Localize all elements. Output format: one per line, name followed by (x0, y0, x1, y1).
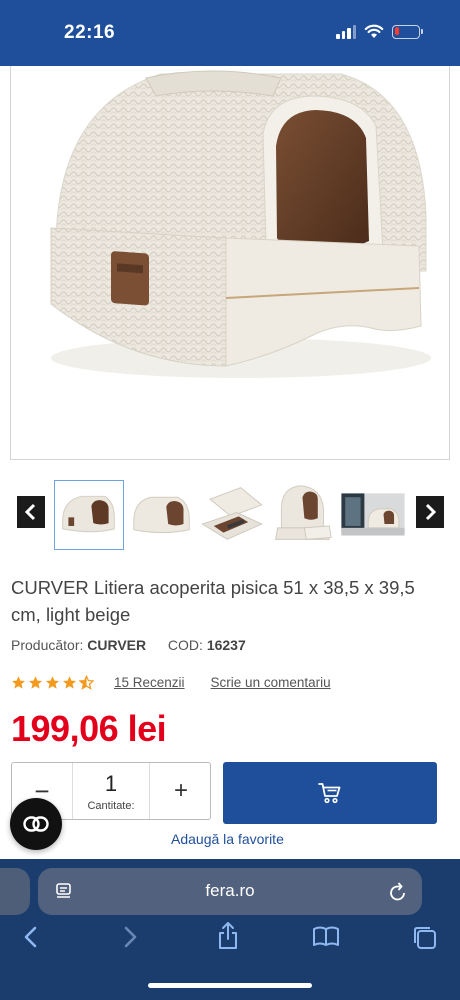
thumbnail-litter-box-room[interactable] (338, 480, 408, 550)
thumbnail-litter-box-front[interactable] (54, 480, 124, 550)
add-to-cart-button[interactable] (223, 762, 437, 824)
litter-box-side-thumb (133, 496, 190, 534)
quantity-value: 1 (104, 771, 118, 796)
chevron-left-icon (24, 503, 36, 521)
carousel-prev-button[interactable] (17, 496, 45, 528)
share-icon[interactable] (216, 921, 240, 951)
chevron-right-icon (425, 503, 437, 521)
rating-stars (11, 675, 94, 690)
star-icon (45, 676, 60, 689)
thumbnail-litter-box-lid-open[interactable] (268, 480, 338, 550)
star-icon (11, 676, 26, 689)
star-icon (62, 676, 77, 689)
browser-nav-row (0, 922, 460, 961)
producer-label: Producător: (11, 637, 84, 653)
quantity-increase-button[interactable]: + (150, 763, 212, 819)
status-time: 22:16 (64, 22, 116, 43)
shopping-cart-icon (318, 783, 341, 804)
thumbnail-carousel (0, 478, 460, 554)
product-title: CURVER Litiera acoperita pisica 51 x 38,… (11, 577, 415, 625)
previous-tab-peek[interactable] (0, 868, 30, 915)
write-comment-link[interactable]: Scrie un comentariu (211, 675, 331, 690)
producer-value: CURVER (87, 637, 147, 653)
floating-chat-button[interactable] (10, 798, 62, 850)
thumbnail-litter-box-side[interactable] (128, 480, 198, 550)
half-star-icon (79, 675, 94, 690)
code-label: COD: (167, 637, 203, 653)
cellular-signal-icon (336, 24, 356, 39)
home-indicator (148, 983, 312, 988)
litter-box-front-thumb (62, 495, 115, 533)
litter-box-lid-open-thumb (275, 485, 332, 540)
product-price: 199,06 lei (11, 708, 167, 749)
litter-box-open-drawer-thumb (201, 487, 263, 540)
quantity-field[interactable]: 1 Cantitate: (72, 763, 150, 819)
star-icon (28, 676, 43, 689)
thumbnail-litter-box-open-drawer[interactable] (197, 480, 267, 550)
url-text: fera.ro (205, 881, 255, 900)
quantity-label: Cantitate: (87, 800, 135, 812)
reload-icon[interactable] (388, 880, 408, 902)
product-meta: Producător: CURVER COD: 16237 (11, 637, 246, 653)
status-icons (336, 24, 423, 39)
add-to-favorites-link[interactable]: Adaugă la favorite (171, 831, 284, 847)
address-bar[interactable]: fera.ro (38, 868, 422, 915)
reviews-link[interactable]: 15 Recenzii (114, 675, 185, 690)
litter-box-room-photo-thumb (341, 493, 405, 536)
code-value: 16237 (206, 637, 246, 653)
carousel-next-button[interactable] (416, 496, 444, 528)
tabs-icon[interactable] (412, 925, 438, 951)
bookmarks-icon[interactable] (312, 925, 340, 949)
covered-cat-litter-box-image (50, 70, 431, 378)
rating-row: 15 Recenzii Scrie un comentariu (11, 675, 331, 690)
browser-toolbar: fera.ro (0, 859, 460, 1000)
wifi-icon (364, 24, 384, 38)
back-icon[interactable] (21, 925, 41, 949)
forward-icon[interactable] (120, 925, 140, 949)
product-main-image[interactable] (10, 66, 450, 460)
status-bar: 22:16 (0, 0, 460, 66)
link-icon (23, 816, 49, 832)
battery-low-icon (392, 24, 423, 39)
